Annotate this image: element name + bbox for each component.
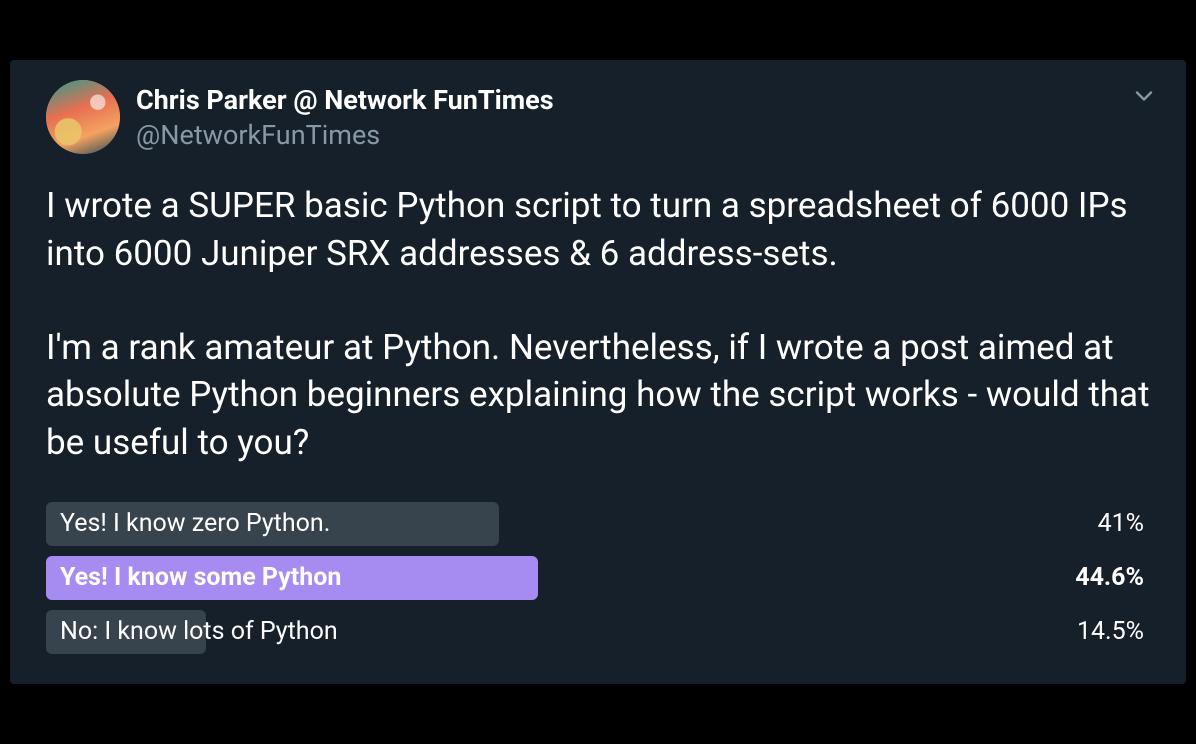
avatar-image [46, 80, 120, 154]
poll-option[interactable]: Yes! I know zero Python. 41% [46, 502, 1150, 546]
poll: Yes! I know zero Python. 41% Yes! I know… [46, 502, 1150, 654]
poll-option-label: Yes! I know zero Python. [46, 509, 330, 538]
poll-option[interactable]: Yes! I know some Python 44.6% [46, 556, 1150, 600]
tweet-text: I wrote a SUPER basic Python script to t… [46, 182, 1150, 466]
poll-option-label: Yes! I know some Python [46, 563, 341, 592]
tweet-card: Chris Parker @ Network FunTimes @Network… [10, 60, 1186, 684]
chevron-down-icon [1130, 82, 1158, 110]
author-handle[interactable]: @NetworkFunTimes [136, 119, 554, 151]
author-display-name[interactable]: Chris Parker @ Network FunTimes [136, 84, 554, 116]
author-names: Chris Parker @ Network FunTimes @Network… [136, 80, 554, 151]
poll-option-pct: 14.5% [1077, 617, 1150, 646]
avatar[interactable] [46, 80, 120, 154]
more-options-button[interactable] [1130, 82, 1158, 110]
poll-option-pct: 41% [1098, 509, 1150, 538]
tweet-header: Chris Parker @ Network FunTimes @Network… [46, 80, 1150, 154]
poll-option[interactable]: No: I know lots of Python 14.5% [46, 610, 1150, 654]
poll-option-pct: 44.6% [1075, 563, 1150, 592]
poll-option-label: No: I know lots of Python [46, 617, 338, 646]
